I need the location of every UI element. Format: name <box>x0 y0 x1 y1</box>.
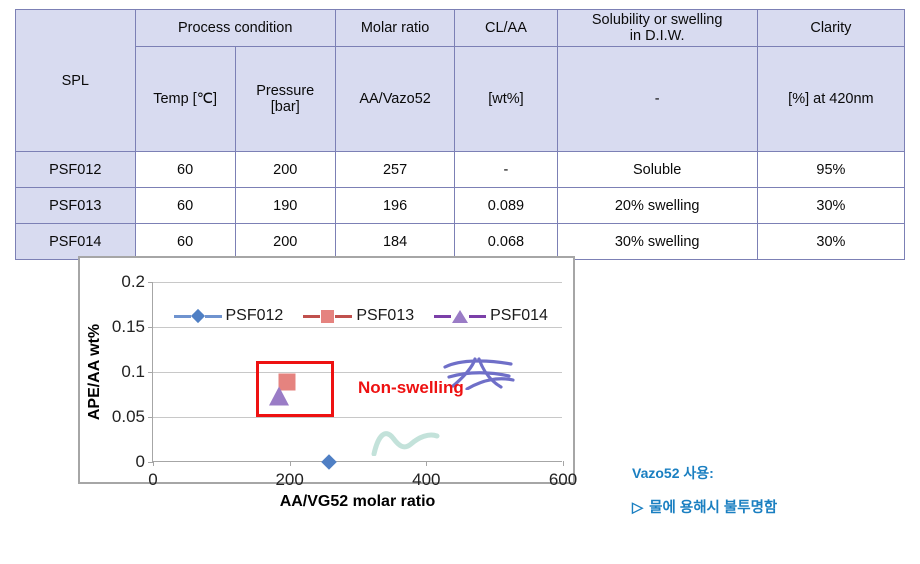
y-tick-mark <box>148 372 153 373</box>
subheader-solubility-units: - <box>556 46 758 153</box>
cell-clarity: 30% <box>756 187 906 225</box>
y-tick-mark <box>148 327 153 328</box>
cell-molar-ratio: 257 <box>334 151 456 189</box>
scatter-chart: APE/AA wt% 0 0.05 0.1 0.15 0.2 0 200 400 600 PS… <box>78 256 577 510</box>
header-molar-ratio: Molar ratio <box>334 8 456 48</box>
x-tick-mark <box>289 461 291 466</box>
cell-pressure: 200 <box>234 223 336 261</box>
legend-label: PSF013 <box>356 307 415 325</box>
cell-solubility: 20% swelling <box>556 187 758 225</box>
header-process-condition: Process condition <box>134 8 336 48</box>
header-clarity: Clarity <box>756 8 906 48</box>
gridline-horizontal <box>153 327 562 328</box>
chart-legend: PSF012 PSF013 PSF014 <box>173 307 548 325</box>
y-axis-title: APE/AA wt% <box>86 323 103 420</box>
cell-temp: 60 <box>134 223 236 261</box>
legend-line-icon <box>335 314 353 318</box>
chart-plot-area: APE/AA wt% 0 0.05 0.1 0.15 0.2 0 200 400 600 PS… <box>86 272 577 510</box>
cell-temp: 60 <box>134 151 236 189</box>
table-header-row-1: SPL Process condition Molar ratio CL/AA … <box>15 8 906 153</box>
table-header-row-2: Temp [℃] Pressure [bar] AA/Vazo52 [wt%] … <box>16 46 906 153</box>
cell-spl: PSF013 <box>15 187 136 225</box>
subheader-clarity-units: [%] at 420nm <box>756 46 906 153</box>
cell-pressure: 200 <box>234 151 336 189</box>
cell-cl-aa: 0.068 <box>454 223 558 261</box>
subheader-pressure: Pressure [bar] <box>234 46 336 153</box>
subheader-cl-aa-units: [wt%] <box>454 46 558 153</box>
legend-triangle-icon <box>452 309 469 323</box>
note-line-vazo52: Vazo52 사용: <box>632 465 714 481</box>
gridline-horizontal <box>153 282 562 283</box>
subheader-pressure-line2: [bar] <box>270 99 300 116</box>
y-tick-mark <box>148 282 153 283</box>
note-line-solubility: ▷ 물에 용해시 불투명함 <box>632 501 777 516</box>
legend-line-icon <box>434 314 452 318</box>
subheader-molar-units: AA/Vazo52 <box>334 46 456 153</box>
cell-molar-ratio: 184 <box>334 223 456 261</box>
x-tick-label: 0 <box>148 470 158 489</box>
cell-spl: PSF014 <box>15 223 136 261</box>
data-point-psf012 <box>320 454 337 470</box>
cell-temp: 60 <box>134 187 236 225</box>
x-axis-title: AA/VG52 molar ratio <box>279 493 436 510</box>
notes-block: Vazo52 사용: ▷ 물에 용해시 불투명함 <box>632 466 777 516</box>
cell-solubility: Soluble <box>556 151 758 189</box>
header-solubility-line1: Solubility or swelling <box>591 12 723 28</box>
legend-line-icon <box>469 314 487 318</box>
header-spl: SPL <box>15 8 136 153</box>
cell-clarity: 95% <box>756 151 906 189</box>
gridline-horizontal <box>153 417 562 418</box>
cell-molar-ratio: 196 <box>334 187 456 225</box>
header-solubility: Solubility or swelling in D.I.W. <box>556 8 758 48</box>
x-tick-mark <box>153 461 154 466</box>
y-tick-label: 0 <box>135 452 145 471</box>
y-tick-label: 0.2 <box>121 272 145 291</box>
note-line-solubility-text: 물에 용해시 불투명함 <box>649 500 778 516</box>
cell-solubility: 30% swelling <box>556 223 758 261</box>
legend-item-psf012: PSF012 <box>173 307 284 325</box>
x-tick-label: 400 <box>412 470 441 489</box>
x-tick-mark <box>426 461 428 466</box>
legend-item-psf014: PSF014 <box>434 307 548 325</box>
y-tick-label: 0.1 <box>121 362 145 381</box>
header-cl-aa: CL/AA <box>454 8 558 48</box>
header-solubility-line2: in D.I.W. <box>629 28 685 45</box>
legend-diamond-icon <box>190 309 205 324</box>
legend-item-psf013: PSF013 <box>303 307 414 325</box>
green-scribble-annotation <box>371 431 440 456</box>
x-tick-label: 200 <box>275 470 304 489</box>
triangle-bullet-icon: ▷ <box>632 500 644 516</box>
legend-line-icon <box>204 314 222 318</box>
cell-spl: PSF012 <box>15 151 136 189</box>
data-point-psf014 <box>268 386 289 406</box>
subheader-temp: Temp [℃] <box>134 46 236 153</box>
table-row: PSF012 60 200 257 - Soluble 95% <box>15 151 906 189</box>
cell-cl-aa: 0.089 <box>454 187 558 225</box>
x-tick-label: 600 <box>548 470 578 489</box>
x-tick-mark <box>563 461 564 466</box>
legend-label: PSF014 <box>490 307 548 325</box>
legend-line-icon <box>173 314 191 318</box>
legend-square-icon <box>321 309 335 323</box>
y-tick-label: 0.05 <box>111 407 145 426</box>
y-tick-mark <box>148 417 153 418</box>
cell-cl-aa: - <box>454 151 558 189</box>
y-tick-label: 0.15 <box>111 317 145 336</box>
table-row: PSF013 60 190 196 0.089 20% swelling 30% <box>15 187 906 225</box>
non-swelling-label: Non-swelling <box>358 378 464 398</box>
legend-label: PSF012 <box>225 307 284 325</box>
specification-table: SPL Process condition Molar ratio CL/AA … <box>15 8 906 261</box>
cell-clarity: 30% <box>756 223 906 261</box>
legend-line-icon <box>303 314 321 318</box>
table-row: PSF014 60 200 184 0.068 30% swelling 30% <box>15 223 906 261</box>
cell-pressure: 190 <box>234 187 336 225</box>
subheader-pressure-line1: Pressure <box>256 83 315 100</box>
gridline-horizontal <box>153 372 562 373</box>
specification-table-container: SPL Process condition Molar ratio CL/AA … <box>15 8 906 261</box>
